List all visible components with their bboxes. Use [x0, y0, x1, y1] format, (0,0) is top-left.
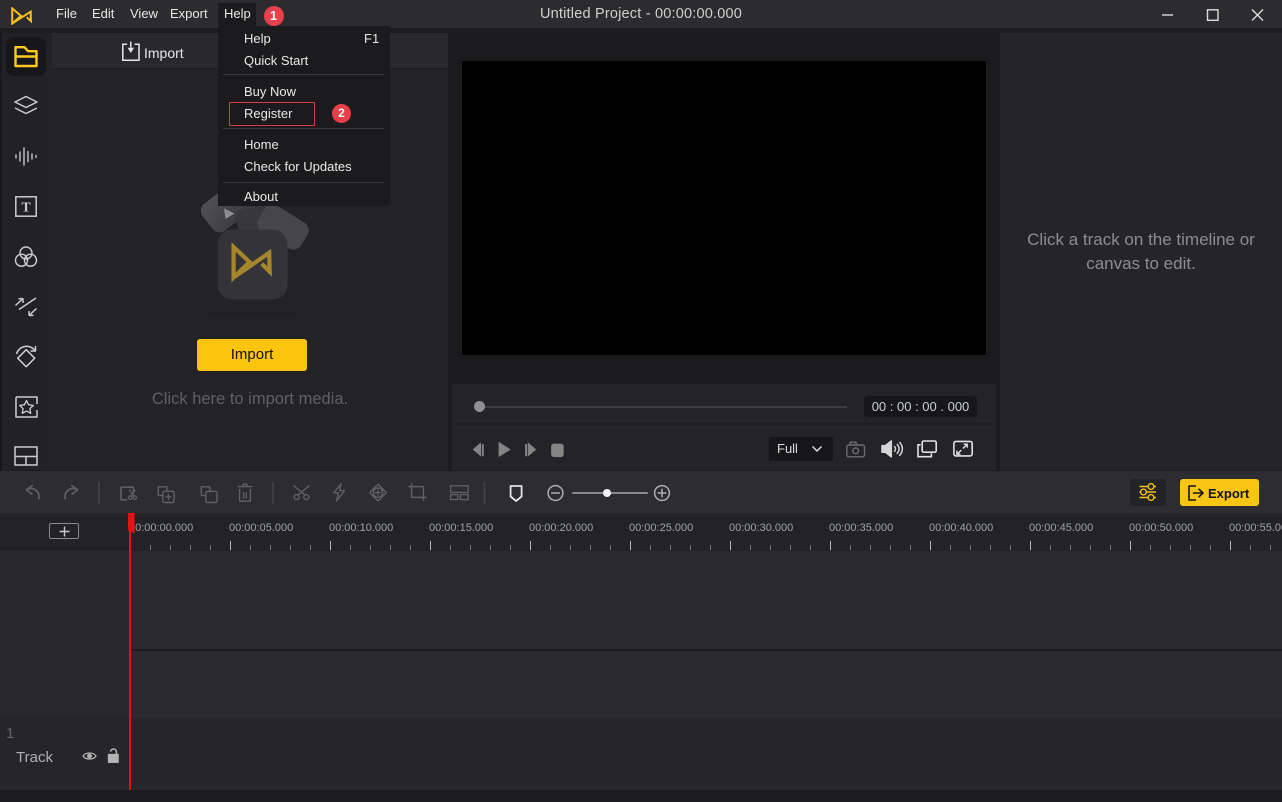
svg-text:T: T	[21, 201, 31, 216]
